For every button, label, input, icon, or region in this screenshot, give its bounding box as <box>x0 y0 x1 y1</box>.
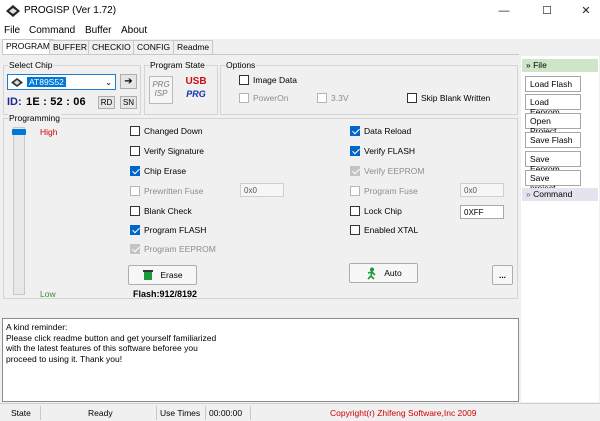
more-options-button[interactable]: ... <box>492 265 513 285</box>
program-flash-checkbox[interactable]: Program FLASH <box>130 225 206 235</box>
menu-command[interactable]: Command <box>29 25 75 36</box>
minimize-button[interactable]: — <box>494 3 514 19</box>
blank-check-checkbox[interactable]: Blank Check <box>130 206 192 216</box>
flash-info: Flash:912/8192 <box>133 289 198 299</box>
app-chip-icon <box>6 5 20 17</box>
status-state-label: State <box>11 408 31 418</box>
usb-logo: USB PRG <box>185 76 207 99</box>
isp-logo: PRG ISP <box>149 76 173 104</box>
sidebar: » File Load Flash Load Eeprom Open Proje… <box>521 56 599 402</box>
menu-buffer[interactable]: Buffer <box>85 25 112 36</box>
rd-button[interactable]: RD <box>98 96 115 109</box>
tab-readme[interactable]: Readme <box>173 40 214 54</box>
sidebar-file-head[interactable]: » File <box>522 59 598 72</box>
use-times-value: 00:00:00 <box>209 408 243 418</box>
voltage-3v3-checkbox[interactable]: 3.3V <box>317 93 349 103</box>
tab-checkio[interactable]: CHECKIO <box>88 40 135 54</box>
auto-button[interactable]: Auto <box>349 263 418 283</box>
message-box: A kind reminder: Please click readme but… <box>2 318 519 402</box>
program-fuse-field[interactable]: 0x0 <box>460 183 504 197</box>
options-label: Options <box>225 60 257 70</box>
prewritten-fuse-checkbox[interactable]: Prewritten Fuse <box>130 186 204 196</box>
lock-chip-field[interactable]: 0XFF <box>460 205 504 219</box>
program-eeprom-checkbox[interactable]: Program EEPROM <box>130 244 216 254</box>
sidebar-command-head[interactable]: » Command <box>522 188 598 201</box>
select-chip-label: Select Chip <box>8 60 54 70</box>
load-flash-button[interactable]: Load Flash <box>525 76 581 92</box>
menu-file[interactable]: File <box>4 25 20 36</box>
sn-button[interactable]: SN <box>120 96 137 109</box>
load-eeprom-button[interactable]: Load Eeprom <box>525 94 581 117</box>
close-button[interactable]: ✕ <box>576 3 596 19</box>
select-chip-group: Select Chip AT89S52 ⌄ ➔ ID: 1E : 52 : 06… <box>3 60 141 115</box>
program-fuse-checkbox[interactable]: Program Fuse <box>350 186 418 196</box>
verify-signature-checkbox[interactable]: Verify Signature <box>130 146 204 156</box>
speed-slider-thumb[interactable] <box>12 129 26 135</box>
chip-value: AT89S52 <box>27 77 66 87</box>
tab-program[interactable]: PROGRAM <box>2 39 54 54</box>
chip-select[interactable]: AT89S52 ⌄ <box>7 74 116 90</box>
go-arrow-button[interactable]: ➔ <box>120 74 137 89</box>
speed-low-label: Low <box>40 289 56 299</box>
speed-high-label: High <box>40 127 58 137</box>
copyright-text: Copyright(r) Zhifeng Software,Inc 2009 <box>330 408 477 418</box>
program-state-label: Program State <box>149 60 206 70</box>
chip-icon <box>11 78 23 87</box>
window-title: PROGISP (Ver 1.72) <box>24 5 117 16</box>
erase-button[interactable]: Erase <box>128 265 197 285</box>
program-panel: Select Chip AT89S52 ⌄ ➔ ID: 1E : 52 : 06… <box>2 54 519 318</box>
changed-down-checkbox[interactable]: Changed Down <box>130 126 203 136</box>
tab-buffer[interactable]: BUFFER <box>49 40 91 54</box>
power-on-checkbox[interactable]: PowerOn <box>239 93 288 103</box>
enabled-xtal-checkbox[interactable]: Enabled XTAL <box>350 225 418 235</box>
image-data-checkbox[interactable]: Image Data <box>239 75 297 85</box>
chevron-down-icon: ⌄ <box>105 78 112 87</box>
status-bar: State Ready Use Times 00:00:00 Copyright… <box>0 403 600 421</box>
save-eeprom-button[interactable]: Save Eeprom <box>525 151 581 174</box>
run-icon <box>367 267 376 280</box>
save-project-button[interactable]: Save project <box>525 170 581 193</box>
programming-group: Programming High Low Changed Down Verify… <box>3 113 518 299</box>
open-project-button[interactable]: Open Project <box>525 113 581 136</box>
title-bar: PROGISP (Ver 1.72) — ☐ ✕ <box>0 0 600 22</box>
speed-slider-track[interactable] <box>13 127 25 295</box>
verify-flash-checkbox[interactable]: Verify FLASH <box>350 146 415 156</box>
prewritten-fuse-field[interactable]: 0x0 <box>240 183 284 197</box>
menu-about[interactable]: About <box>121 25 147 36</box>
lock-chip-checkbox[interactable]: Lock Chip <box>350 206 402 216</box>
options-group: Options Image Data PowerOn 3.3V Skip Bla… <box>220 60 518 115</box>
id-value: 1E : 52 : 06 <box>26 96 86 108</box>
chip-erase-checkbox[interactable]: Chip Erase <box>130 166 186 176</box>
programming-label: Programming <box>8 113 62 123</box>
menu-bar: File Command Buffer About <box>0 22 600 39</box>
status-state-value: Ready <box>88 408 113 418</box>
skip-blank-checkbox[interactable]: Skip Blank Written <box>407 93 490 103</box>
maximize-button[interactable]: ☐ <box>537 3 557 19</box>
verify-eeprom-checkbox[interactable]: Verify EEPROM <box>350 166 424 176</box>
id-label: ID: <box>7 96 22 108</box>
use-times-label: Use Times <box>160 408 201 418</box>
eraser-icon <box>143 270 154 280</box>
save-flash-button[interactable]: Save Flash <box>525 132 581 148</box>
tab-config[interactable]: CONFIG <box>133 40 175 54</box>
program-state-group: Program State PRG ISP USB PRG <box>144 60 218 115</box>
data-reload-checkbox[interactable]: Data Reload <box>350 126 411 136</box>
